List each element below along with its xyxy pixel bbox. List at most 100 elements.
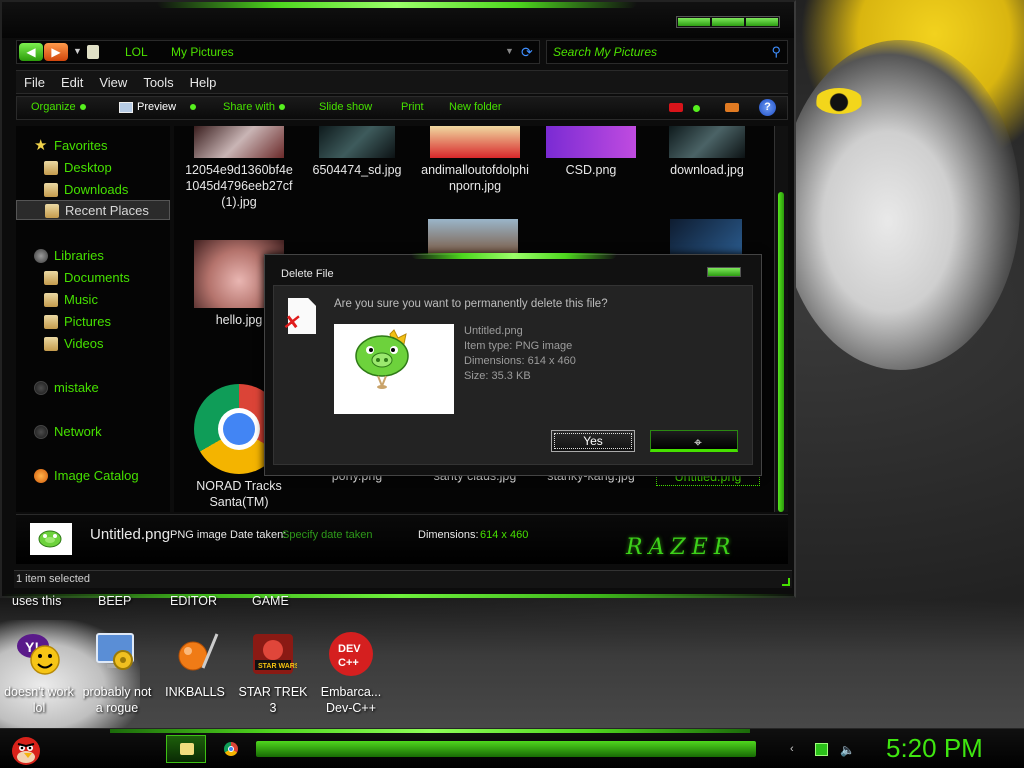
view-options-dot-icon[interactable] bbox=[693, 105, 700, 112]
preview-icon bbox=[119, 101, 133, 113]
nav-documents[interactable]: Documents bbox=[16, 268, 170, 288]
details-dimensions-label: Dimensions: bbox=[418, 529, 479, 541]
file-thumbnail bbox=[428, 219, 518, 255]
refresh-icon[interactable]: ⟳ bbox=[521, 44, 533, 61]
nav-recent-places[interactable]: Recent Places bbox=[16, 200, 170, 220]
razer-logo: RAZER bbox=[626, 535, 737, 560]
nav-downloads[interactable]: Downloads bbox=[16, 180, 170, 200]
nav-downloads-label: Downloads bbox=[64, 182, 129, 197]
maximize-button[interactable] bbox=[712, 18, 744, 26]
back-button[interactable]: ◀ bbox=[19, 43, 43, 61]
preview-pane-icon[interactable] bbox=[725, 103, 739, 112]
desktop-label-top[interactable]: BEEP bbox=[98, 594, 131, 608]
folder-icon bbox=[87, 45, 99, 59]
taskbar-explorer-button[interactable] bbox=[166, 735, 206, 763]
details-date-value[interactable]: Specify date taken bbox=[282, 529, 373, 541]
address-bar[interactable]: ◀ ▶ ▼ LOL My Pictures ▼ ⟳ bbox=[16, 40, 540, 64]
search-box[interactable]: ⚲ bbox=[546, 40, 788, 64]
menu-view[interactable]: View bbox=[91, 71, 135, 93]
svg-text:C++: C++ bbox=[338, 657, 359, 669]
folder-icon bbox=[180, 743, 194, 755]
dialog-file-meta: Untitled.png Item type: PNG image Dimens… bbox=[464, 324, 576, 384]
dialog-close-button[interactable] bbox=[707, 267, 741, 277]
svg-text:DEV: DEV bbox=[338, 643, 361, 655]
desktop-label-top[interactable]: uses this bbox=[12, 594, 61, 608]
breadcrumb-lol[interactable]: LOL bbox=[125, 45, 148, 59]
desktop-label-top[interactable]: EDITOR bbox=[170, 594, 217, 608]
taskbar-chrome-button[interactable] bbox=[212, 735, 252, 763]
action-center-icon[interactable] bbox=[815, 743, 828, 756]
nav-image-catalog[interactable]: Image Catalog bbox=[16, 466, 170, 486]
file-item[interactable]: 6504474_sd.jpg bbox=[302, 126, 412, 178]
nav-network[interactable]: Network bbox=[16, 422, 170, 442]
share-with-button[interactable]: Share with bbox=[223, 101, 285, 113]
menu-edit[interactable]: Edit bbox=[53, 71, 91, 93]
desktop-shortcut-star-trek[interactable]: STAR WARS STAR TREK 3 bbox=[234, 630, 312, 716]
recent-pages-chevron-icon[interactable]: ▼ bbox=[73, 46, 82, 56]
network-icon bbox=[34, 425, 48, 439]
file-name: NORAD Tracks Santa(TM) bbox=[196, 479, 282, 509]
close-button[interactable] bbox=[746, 18, 778, 26]
nav-desktop[interactable]: Desktop bbox=[16, 158, 170, 178]
yes-button[interactable]: Yes bbox=[551, 430, 635, 452]
desktop-label-top[interactable]: GAME bbox=[252, 594, 289, 608]
menu-tools[interactable]: Tools bbox=[135, 71, 181, 93]
nav-mistake[interactable]: mistake bbox=[16, 378, 170, 398]
command-bar: Organize Preview Share with Slide show P… bbox=[16, 96, 788, 120]
desktop-shortcut-dev-cpp[interactable]: DEV C++ Embarca... Dev-C++ bbox=[312, 630, 390, 716]
system-tray: ‹ 🔈 bbox=[790, 743, 855, 757]
file-item[interactable]: andimalloutofdolphinporn.jpg bbox=[420, 126, 530, 194]
share-with-label: Share with bbox=[223, 101, 275, 113]
desktop-shortcut-inkballs[interactable]: INKBALLS bbox=[156, 630, 234, 700]
start-button[interactable] bbox=[6, 731, 50, 767]
forward-button[interactable]: ▶ bbox=[44, 43, 68, 61]
address-dropdown-chevron-icon[interactable]: ▼ bbox=[505, 46, 514, 56]
music-icon bbox=[44, 293, 58, 307]
taskbar-clock[interactable]: 5:20 PM bbox=[886, 733, 983, 764]
green-pig-icon bbox=[355, 329, 409, 389]
change-view-icon[interactable] bbox=[669, 103, 683, 112]
print-button[interactable]: Print bbox=[401, 101, 424, 113]
documents-icon bbox=[44, 271, 58, 285]
minimize-button[interactable] bbox=[678, 18, 710, 26]
nav-music[interactable]: Music bbox=[16, 290, 170, 310]
file-item[interactable]: CSD.png bbox=[536, 126, 646, 178]
vertical-scrollbar[interactable] bbox=[774, 126, 788, 512]
nav-network-label: Network bbox=[54, 424, 102, 439]
volume-icon[interactable]: 🔈 bbox=[840, 743, 855, 757]
homegroup-icon bbox=[34, 381, 48, 395]
nav-libraries[interactable]: Libraries bbox=[16, 246, 170, 266]
nav-image-catalog-label: Image Catalog bbox=[54, 468, 139, 483]
desktop-shortcut-yahoo[interactable]: Y! doesn't work lol bbox=[0, 630, 78, 716]
dialog-item-type: Item type: PNG image bbox=[464, 340, 573, 352]
preview-button[interactable]: Preview bbox=[119, 101, 197, 113]
file-thumbnail bbox=[546, 126, 636, 158]
menu-help[interactable]: Help bbox=[182, 71, 225, 93]
search-input[interactable] bbox=[553, 44, 763, 60]
delete-x-icon: ✕ bbox=[282, 312, 299, 334]
status-text: 1 item selected bbox=[16, 573, 90, 585]
nav-favorites[interactable]: ★ Favorites bbox=[16, 136, 170, 156]
help-icon[interactable]: ? bbox=[759, 99, 776, 116]
nav-videos[interactable]: Videos bbox=[16, 334, 170, 354]
window-controls bbox=[676, 16, 780, 28]
file-item[interactable]: 12054e9d1360bf4e1045d4796eeb27cf (1).jpg bbox=[184, 126, 294, 210]
search-icon[interactable]: ⚲ bbox=[771, 44, 781, 60]
show-hidden-icons-chevron-icon[interactable]: ‹ bbox=[790, 743, 803, 756]
desktop-shortcut-rogue[interactable]: probably not a rogue bbox=[78, 630, 156, 716]
dev-cpp-icon: DEV C++ bbox=[327, 630, 375, 678]
image-catalog-icon bbox=[34, 469, 48, 483]
menu-bar: File Edit View Tools Help bbox=[16, 70, 788, 94]
nav-pictures-label: Pictures bbox=[64, 314, 111, 329]
title-bar[interactable] bbox=[2, 2, 794, 38]
resize-grip-icon[interactable] bbox=[782, 578, 790, 586]
file-thumbnail bbox=[194, 126, 284, 158]
scrollbar-thumb[interactable] bbox=[778, 192, 784, 512]
slide-show-button[interactable]: Slide show bbox=[319, 101, 372, 113]
new-folder-button[interactable]: New folder bbox=[449, 101, 502, 113]
nav-pictures[interactable]: Pictures bbox=[16, 312, 170, 332]
breadcrumb-my-pictures[interactable]: My Pictures bbox=[171, 45, 234, 59]
menu-file[interactable]: File bbox=[16, 71, 53, 93]
organize-button[interactable]: Organize bbox=[31, 101, 86, 113]
file-item[interactable]: download.jpg bbox=[652, 126, 762, 178]
